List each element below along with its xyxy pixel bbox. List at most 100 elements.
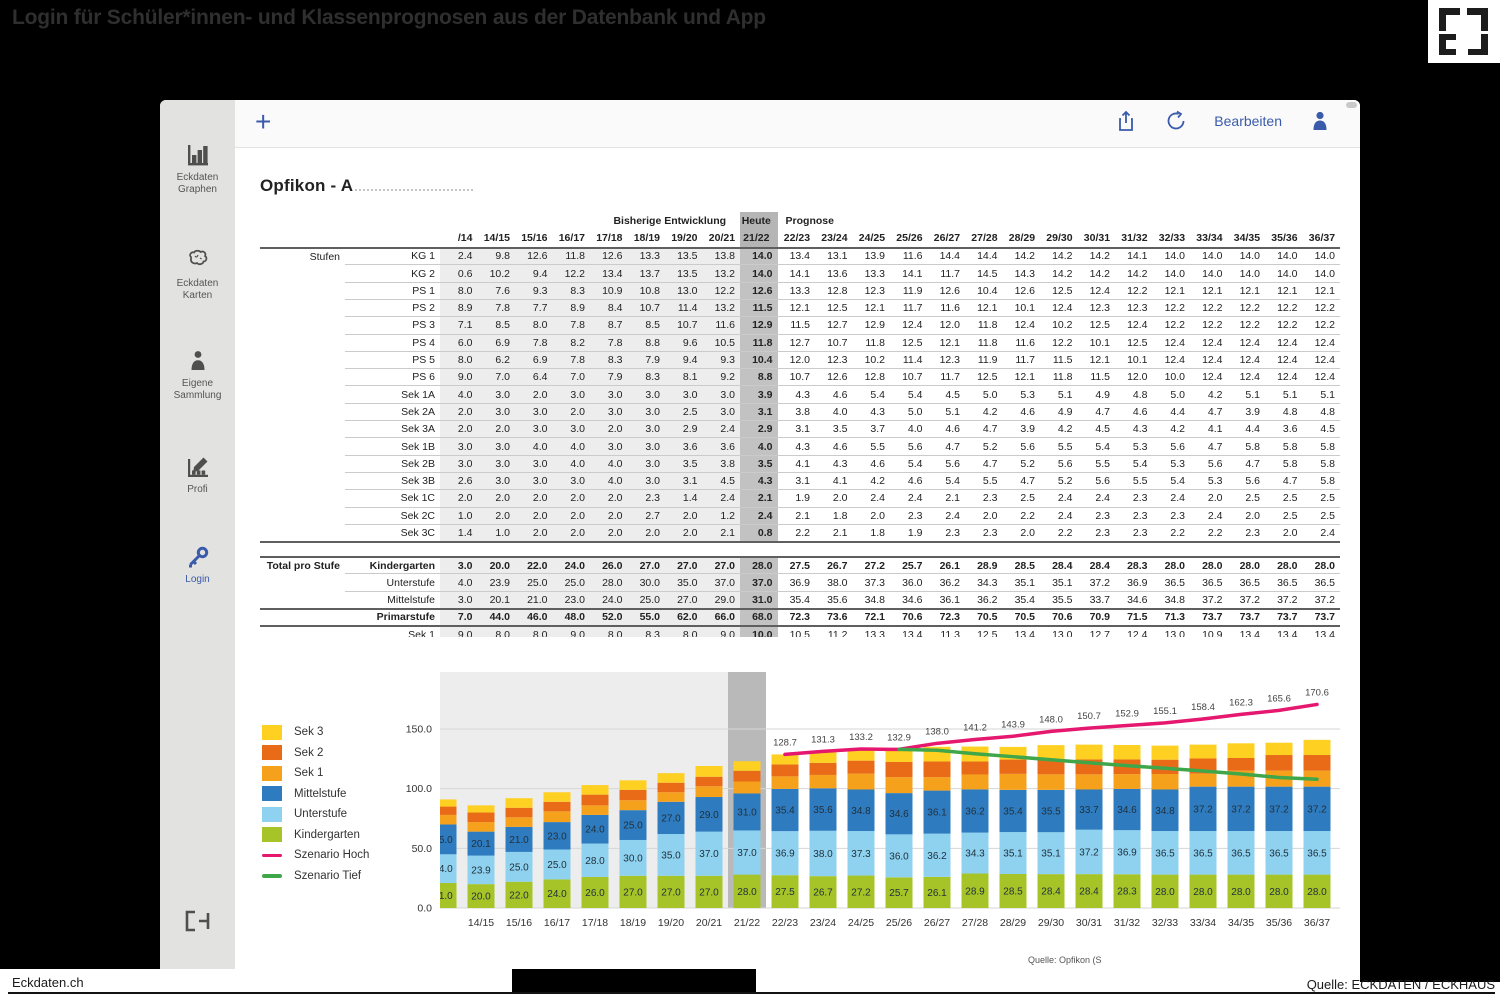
- cell: 5.3: [1002, 385, 1040, 404]
- cell: 3.6: [702, 437, 740, 456]
- cell: 6.4: [515, 368, 553, 387]
- sidebar-item-eigene-sammlung[interactable]: Eigene Sammlung: [160, 348, 235, 402]
- cell: 12.4: [1152, 334, 1190, 352]
- cell: 12.8: [852, 368, 890, 387]
- cell: 24.0: [552, 555, 590, 575]
- cell: 10.2: [852, 351, 890, 370]
- sidebar-item-login[interactable]: Login: [160, 544, 235, 586]
- cell: 71.3: [1152, 608, 1190, 627]
- table-row: PS 6 9.0 7.0 6.4 7.0 7.9 8.3 8.1 9.2 8.8 10.7 12.6…: [260, 368, 1340, 387]
- scenario-value-label: 170.6: [1305, 687, 1329, 698]
- row-label: Sek 2B: [345, 455, 440, 473]
- cell: 5.4: [1077, 437, 1115, 456]
- cell: 11.5: [740, 299, 778, 318]
- year-header: 22/23: [783, 231, 811, 244]
- cell: 12.6: [815, 368, 853, 387]
- sidebar-item-label: Eigene: [181, 378, 214, 389]
- bar-value-label: 28.9: [965, 886, 985, 897]
- footer-redaction-bar: [512, 969, 756, 992]
- user-icon[interactable]: [1308, 109, 1332, 133]
- cell: 8.0: [440, 282, 478, 300]
- footer-source-link[interactable]: Quelle: ECKDATEN / ECKHAUS: [1307, 977, 1495, 992]
- add-button[interactable]: +: [255, 106, 271, 138]
- share-icon[interactable]: [1114, 109, 1138, 133]
- cell: 11.4: [890, 351, 928, 370]
- cell: 2.9: [740, 420, 778, 439]
- cell: 71.5: [1115, 608, 1153, 627]
- cell: 10.7: [890, 368, 928, 387]
- cell: 2.0: [552, 524, 590, 543]
- bar-value-label: 35.6: [813, 805, 833, 816]
- sidebar-item-label: Login: [185, 574, 210, 585]
- bar-segment-sek-3: [619, 780, 647, 790]
- cell: 34.8: [1152, 591, 1190, 610]
- edit-button[interactable]: Bearbeiten: [1214, 113, 1282, 129]
- cell: 12.2: [1302, 299, 1340, 318]
- cell: 14.2: [1115, 264, 1153, 283]
- refresh-icon[interactable]: [1164, 109, 1188, 133]
- year-header: 25/26: [896, 231, 923, 244]
- row-group-label: [260, 591, 345, 610]
- cell: 12.6: [927, 282, 965, 300]
- cell: 7.8: [552, 316, 590, 335]
- cell: 7.0: [552, 368, 590, 387]
- cell: 5.8: [1302, 472, 1340, 491]
- x-tick-label: 17/18: [582, 917, 608, 929]
- bar-value-label: 36.9: [1117, 848, 1137, 859]
- row-label: Kindergarten: [345, 555, 440, 575]
- cell: 25.0: [627, 591, 665, 610]
- cell: 3.0: [627, 420, 665, 439]
- cell: 12.4: [1040, 299, 1078, 318]
- cell: 9.0: [702, 626, 740, 637]
- cell: 4.5: [1302, 420, 1340, 439]
- cell: 12.7: [777, 334, 815, 352]
- cell: 8.3: [552, 282, 590, 300]
- sidebar-item-eckdaten-karten[interactable]: Eckdaten Karten: [160, 248, 235, 302]
- cell: 8.0: [440, 351, 478, 370]
- cell: 9.0: [440, 368, 478, 387]
- scenario-value-label: 165.6: [1267, 693, 1291, 704]
- cell: 8.2: [552, 334, 590, 352]
- cell: 10.2: [1040, 316, 1078, 335]
- cell: 8.3: [627, 626, 665, 637]
- cell: 11.6: [927, 299, 965, 318]
- sidebar-item-eckdaten-graphen[interactable]: Eckdaten Graphen: [160, 142, 235, 196]
- bar-value-label: 38.0: [813, 849, 833, 860]
- bar-value-label: 35.4: [1003, 806, 1023, 817]
- cell: 5.5: [852, 437, 890, 456]
- bar-value-label: 27.0: [623, 887, 643, 898]
- cell: 73.7: [1227, 608, 1265, 627]
- cell: 2.1: [815, 524, 853, 543]
- cell: 26.0: [590, 555, 628, 575]
- cell: 2.0: [965, 507, 1003, 525]
- cell: 4.3: [1115, 420, 1153, 439]
- cell: 13.5: [665, 264, 703, 283]
- cell: 5.1: [1302, 385, 1340, 404]
- cell: 11.6: [1002, 334, 1040, 352]
- cell: 2.0: [552, 507, 590, 525]
- cell: 3.0: [477, 455, 515, 473]
- cell: 36.5: [1227, 573, 1265, 592]
- year-header: 24/25: [858, 231, 886, 244]
- scrollbar-thumb[interactable]: [1346, 102, 1357, 108]
- cell: 13.6: [815, 264, 853, 283]
- cell: 13.4: [1302, 626, 1340, 637]
- bar-segment-sek-3: [467, 805, 495, 813]
- footer-link-eckdaten[interactable]: Eckdaten.ch: [12, 975, 84, 990]
- cell: 12.6: [515, 246, 553, 266]
- cell: 12.2: [1152, 316, 1190, 335]
- cell: 11.8: [1040, 368, 1078, 387]
- cell: 3.6: [1265, 420, 1303, 439]
- scenario-value-label: 131.3: [811, 734, 835, 745]
- x-tick-label: 34/35: [1228, 917, 1254, 929]
- scenario-value-label: 132.9: [887, 732, 911, 743]
- bar-value-label: 27.5: [775, 887, 795, 898]
- bar-value-label: 25.0: [433, 835, 453, 846]
- cell: 12.1: [1265, 282, 1303, 300]
- bar-segment-sek-2: [467, 812, 495, 823]
- cell: 5.2: [1040, 472, 1078, 491]
- table-row: Unterstufe 4.0 23.9 25.0 25.0 28.0 30.0 35.0 37…: [260, 573, 1340, 592]
- sidebar-item-profi[interactable]: Profi: [160, 454, 235, 496]
- cell: 8.8: [740, 368, 778, 387]
- cell: 14.4: [927, 246, 965, 266]
